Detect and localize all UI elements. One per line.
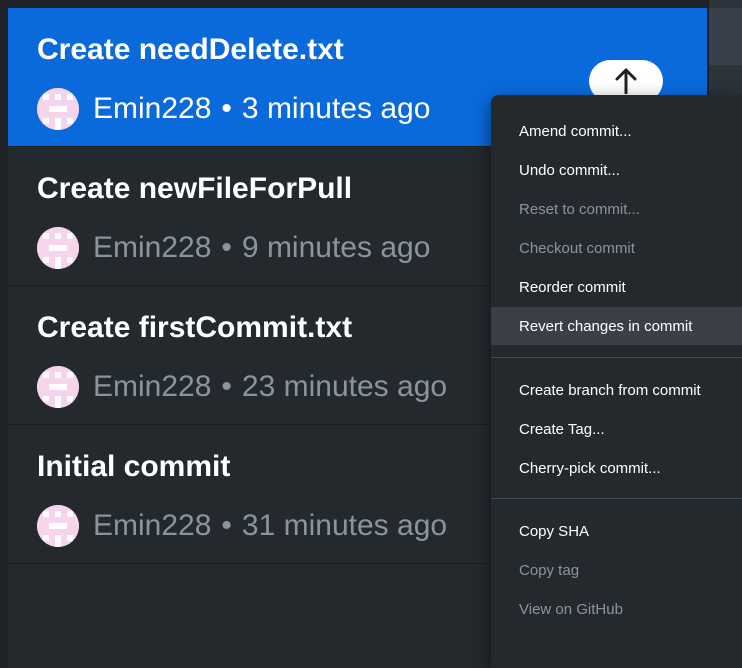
menu-separator xyxy=(491,498,742,499)
commit-meta: Emin228 • 9 minutes ago xyxy=(37,227,430,269)
commit-author: Emin228 xyxy=(93,231,212,264)
menu-item-cherry-pick[interactable]: Cherry-pick commit... xyxy=(491,449,742,487)
menu-item-view-on-github[interactable]: View on GitHub xyxy=(491,590,742,628)
commit-meta: Emin228 • 31 minutes ago xyxy=(37,505,447,547)
commit-title: Initial commit xyxy=(37,450,231,483)
menu-item-create-tag[interactable]: Create Tag... xyxy=(491,410,742,448)
avatar xyxy=(37,366,79,408)
menu-item-create-branch[interactable]: Create branch from commit xyxy=(491,371,742,409)
window-top-edge xyxy=(0,0,742,8)
meta-separator: • xyxy=(221,92,232,125)
commit-author: Emin228 xyxy=(93,92,212,125)
menu-item-undo-commit[interactable]: Undo commit... xyxy=(491,151,742,189)
commit-context-menu: Amend commit... Undo commit... Reset to … xyxy=(491,95,742,668)
menu-item-reset-to-commit[interactable]: Reset to commit... xyxy=(491,190,742,228)
meta-separator: • xyxy=(221,370,232,403)
commit-title: Create firstCommit.txt xyxy=(37,311,353,344)
menu-item-revert-changes[interactable]: Revert changes in commit xyxy=(491,307,742,345)
menu-item-reorder-commit[interactable]: Reorder commit xyxy=(491,268,742,306)
avatar xyxy=(37,505,79,547)
commit-meta: Emin228 • 3 minutes ago xyxy=(37,88,430,130)
window-left-edge xyxy=(0,0,8,668)
commit-time: 3 minutes ago xyxy=(241,92,431,125)
commit-meta: Emin228 • 23 minutes ago xyxy=(37,366,447,408)
diff-pane-header xyxy=(709,8,742,65)
avatar xyxy=(37,88,79,130)
meta-separator: • xyxy=(221,509,232,542)
menu-item-copy-sha[interactable]: Copy SHA xyxy=(491,512,742,550)
arrow-up-icon xyxy=(615,68,637,94)
commit-author: Emin228 xyxy=(93,370,212,403)
commit-time: 31 minutes ago xyxy=(241,509,448,542)
menu-separator xyxy=(491,357,742,358)
menu-item-checkout-commit[interactable]: Checkout commit xyxy=(491,229,742,267)
commit-title: Create newFileForPull xyxy=(37,172,353,205)
commit-time: 23 minutes ago xyxy=(241,370,448,403)
menu-item-copy-tag[interactable]: Copy tag xyxy=(491,551,742,589)
commit-author: Emin228 xyxy=(93,509,212,542)
meta-separator: • xyxy=(221,231,232,264)
commit-time: 9 minutes ago xyxy=(241,231,431,264)
commit-title: Create needDelete.txt xyxy=(37,33,344,66)
menu-item-amend-commit[interactable]: Amend commit... xyxy=(491,112,742,150)
avatar xyxy=(37,227,79,269)
